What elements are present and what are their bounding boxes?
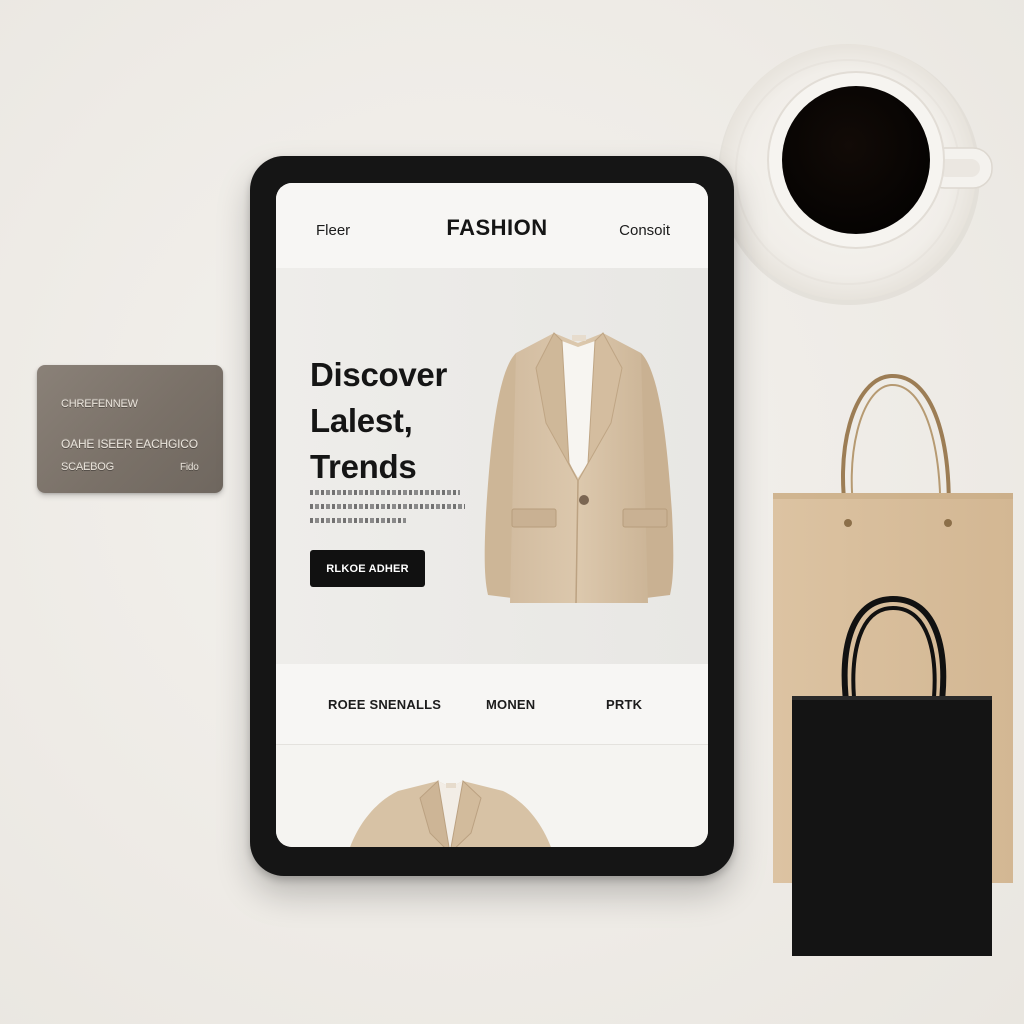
tablet-screen: Fleer FASHION Consoit Discover Lalest, T… [276,183,708,847]
product-preview [276,745,708,847]
gift-card: CHREFENNEW OAHE ISEER EACHGICO SCAEBOG F… [37,365,223,493]
category-link-3[interactable]: PRTK [606,697,642,712]
desk-scene: CHREFENNEW OAHE ISEER EACHGICO SCAEBOG F… [0,0,1024,1024]
top-nav: Fleer FASHION Consoit [276,183,708,268]
card-line-3: SCAEBOG [61,461,115,473]
blazer-jacket-icon[interactable] [476,313,681,613]
hero-banner: Discover Lalest, Trends RLKOE ADHER [276,268,708,664]
category-link-1[interactable]: ROEE SNENALLS [328,697,441,712]
category-nav: ROEE SNENALLS MONEN PRTK [276,664,708,745]
card-line-1: CHREFENNEW [61,398,138,410]
nav-link-right[interactable]: Consoit [619,222,670,239]
shop-button[interactable]: RLKOE ADHER [310,550,425,587]
category-link-2[interactable]: MONEN [486,697,535,712]
coffee-cup-icon [718,44,993,305]
blazer-jacket-icon[interactable] [338,773,563,847]
card-line-2: OAHE ISEER EACHGICO [61,437,198,451]
shopping-bag-icon [792,596,992,956]
hero-description [310,490,470,538]
card-line-4: Fido [180,462,199,473]
